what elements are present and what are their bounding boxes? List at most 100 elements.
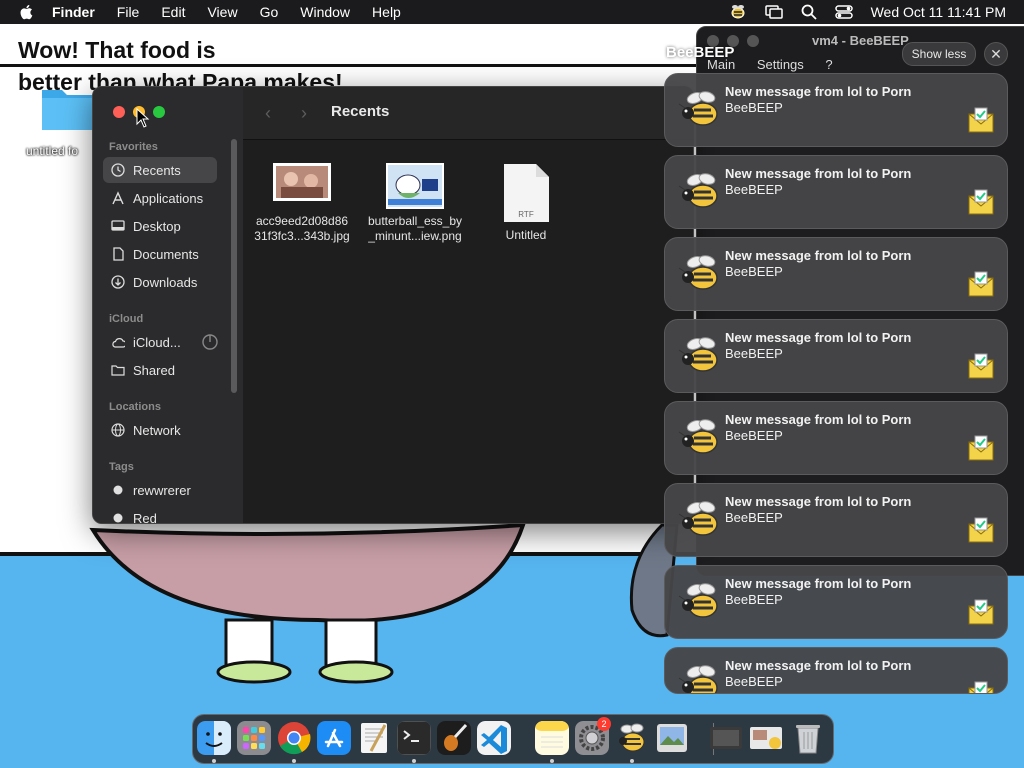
- close-window-button[interactable]: [113, 106, 125, 118]
- sidebar-item-label: Documents: [133, 246, 199, 262]
- menu-bar-extras: Wed Oct 11 11:41 PM: [729, 0, 1006, 24]
- desktop-folder-icon[interactable]: [40, 82, 100, 132]
- rtf-document-icon: RTF: [504, 164, 549, 222]
- sidebar-item-label: rewwrerer: [133, 482, 191, 498]
- textedit-dock-icon[interactable]: [357, 721, 391, 755]
- close-icon: ✕: [990, 45, 1002, 62]
- beebeep-bee-icon: [677, 496, 723, 542]
- notification-card[interactable]: New message from lol to Porn BeeBEEP: [664, 483, 1008, 557]
- sidebar-item-icloud-drive[interactable]: iCloud...: [103, 329, 223, 355]
- running-indicator: [212, 759, 216, 763]
- control-center-icon[interactable]: [834, 5, 853, 19]
- sidebar-item-network[interactable]: Network: [103, 417, 217, 443]
- preview-dock-icon[interactable]: [655, 721, 689, 755]
- beebeep-dock-icon[interactable]: [615, 721, 649, 755]
- minimized-window-dock-icon[interactable]: [749, 721, 783, 755]
- desktop-folder-label[interactable]: untitled fo: [26, 144, 78, 158]
- sidebar-item-downloads[interactable]: Downloads: [103, 269, 217, 295]
- desktop-icon: [111, 219, 125, 233]
- sidebar-item-recents[interactable]: Recents: [103, 157, 217, 183]
- envelope-icon: [967, 516, 995, 544]
- notification-card[interactable]: New message from lol to Porn BeeBEEP: [664, 647, 1008, 694]
- sidebar-item-desktop[interactable]: Desktop: [103, 213, 217, 239]
- notification-title: New message from lol to Porn: [725, 248, 912, 263]
- notification-card[interactable]: New message from lol to Porn BeeBEEP: [664, 237, 1008, 311]
- sidebar-item-documents[interactable]: Documents: [103, 241, 217, 267]
- notification-card[interactable]: New message from lol to Porn BeeBEEP: [664, 401, 1008, 475]
- globe-icon: [111, 423, 125, 437]
- menu-edit[interactable]: Edit: [161, 4, 185, 20]
- menu-help[interactable]: Help: [372, 4, 401, 20]
- sidebar-item-tag-rewwrerer[interactable]: rewwrerer: [103, 477, 217, 503]
- menu-go[interactable]: Go: [260, 4, 279, 20]
- notification-body: BeeBEEP: [725, 100, 783, 115]
- sidebar-item-label: Downloads: [133, 274, 198, 290]
- notes-dock-icon[interactable]: [535, 721, 569, 755]
- beebeep-menu-settings[interactable]: Settings: [757, 57, 804, 72]
- notification-title: New message from lol to Porn: [725, 494, 912, 509]
- tag-dot-icon: [111, 483, 125, 497]
- spotlight-search-icon[interactable]: [801, 4, 817, 20]
- menu-finder[interactable]: Finder: [52, 4, 95, 20]
- notification-card[interactable]: New message from lol to Porn BeeBEEP: [664, 73, 1008, 147]
- notification-card[interactable]: New message from lol to Porn BeeBEEP: [664, 319, 1008, 393]
- forward-chevron-icon[interactable]: ›: [301, 103, 307, 124]
- file-item[interactable]: RTF Untitled: [471, 163, 581, 243]
- minimized-window-dock-icon[interactable]: [709, 721, 743, 755]
- file-item[interactable]: butterball_ess_by _minunt...iew.png: [360, 163, 470, 244]
- vscode-dock-icon[interactable]: [477, 721, 511, 755]
- apple-icon[interactable]: [18, 3, 36, 21]
- notification-title: New message from lol to Porn: [725, 658, 912, 673]
- beebeep-bee-icon: [677, 332, 723, 378]
- menu-view[interactable]: View: [207, 4, 237, 20]
- beebeep-window-title: vm4 - BeeBEEP: [812, 33, 909, 48]
- zoom-window-button[interactable]: [153, 106, 165, 118]
- notification-card[interactable]: New message from lol to Porn BeeBEEP: [664, 565, 1008, 639]
- notification-body: BeeBEEP: [725, 592, 783, 607]
- garageband-dock-icon[interactable]: [437, 721, 471, 755]
- menu-window[interactable]: Window: [300, 4, 350, 20]
- image-thumbnail-icon: [386, 163, 444, 209]
- notification-card[interactable]: New message from lol to Porn BeeBEEP: [664, 155, 1008, 229]
- sidebar-item-label: Recents: [133, 162, 181, 178]
- sidebar-scrollbar[interactable]: [231, 139, 237, 393]
- notification-body: BeeBEEP: [725, 182, 783, 197]
- mouse-cursor-icon: [136, 108, 150, 128]
- sidebar-item-label: Applications: [133, 190, 204, 206]
- notification-title: New message from lol to Porn: [725, 412, 912, 427]
- show-less-button[interactable]: Show less: [902, 42, 976, 66]
- dock: 2: [192, 714, 834, 764]
- sidebar-item-tag-red[interactable]: Red: [103, 505, 217, 523]
- envelope-icon: [967, 434, 995, 462]
- notification-title: New message from lol to Porn: [725, 576, 912, 591]
- notification-title: New message from lol to Porn: [725, 84, 912, 99]
- menu-clock[interactable]: Wed Oct 11 11:41 PM: [871, 4, 1006, 20]
- screen-mirroring-icon[interactable]: [764, 5, 783, 19]
- running-indicator: [292, 759, 296, 763]
- sidebar-item-applications[interactable]: Applications: [103, 185, 217, 211]
- menu-file[interactable]: File: [117, 4, 140, 20]
- beebeep-status-icon[interactable]: [729, 4, 747, 20]
- beebeep-menu-help[interactable]: ?: [825, 57, 832, 72]
- finder-toolbar: ‹ › Recents: [243, 87, 693, 140]
- notification-title: New message from lol to Porn: [725, 166, 912, 181]
- finder-dock-icon[interactable]: [197, 721, 231, 755]
- chrome-dock-icon[interactable]: [277, 721, 311, 755]
- notification-body: BeeBEEP: [725, 428, 783, 443]
- sidebar-item-label: Desktop: [133, 218, 181, 234]
- launchpad-dock-icon[interactable]: [237, 721, 271, 755]
- terminal-dock-icon[interactable]: [397, 721, 431, 755]
- running-indicator: [550, 759, 554, 763]
- notification-body: BeeBEEP: [725, 264, 783, 279]
- envelope-icon: [967, 270, 995, 298]
- settings-badge: 2: [597, 717, 611, 731]
- clear-notifications-button[interactable]: ✕: [984, 42, 1008, 66]
- tag-dot-icon: [111, 511, 125, 523]
- back-chevron-icon[interactable]: ‹: [265, 103, 271, 124]
- file-item[interactable]: acc9eed2d08d86 31f3fc3...343b.jpg: [247, 163, 357, 244]
- sidebar-item-shared[interactable]: Shared: [103, 357, 217, 383]
- app-store-dock-icon[interactable]: [317, 721, 351, 755]
- notification-body: BeeBEEP: [725, 674, 783, 689]
- sidebar-item-label: iCloud...: [133, 334, 181, 350]
- trash-dock-icon[interactable]: [791, 721, 825, 755]
